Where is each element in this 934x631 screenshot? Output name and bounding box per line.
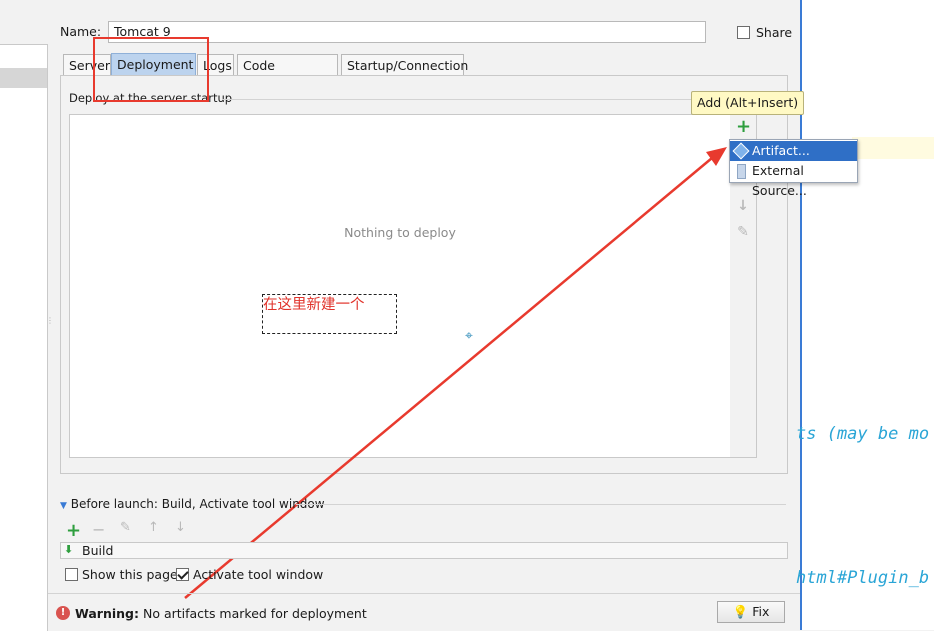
before-launch-list[interactable]: ⬇ Build (60, 542, 788, 559)
warning-message: Warning: No artifacts marked for deploym… (75, 606, 367, 621)
warning-icon: ! (56, 606, 70, 620)
arrow-line (184, 157, 713, 599)
status-divider (48, 593, 800, 594)
bulb-icon: 💡 (732, 604, 749, 619)
fix-button[interactable]: 💡 Fix (717, 601, 785, 623)
add-task-icon[interactable]: + (66, 520, 81, 541)
activate-window-row[interactable]: Activate tool window (176, 566, 323, 582)
collapse-triangle-icon[interactable]: ▼ (60, 501, 67, 511)
build-icon: ⬇ (64, 543, 74, 556)
arrow-head (706, 147, 727, 166)
show-page-label: Show this page (81, 567, 178, 582)
remove-task-icon[interactable]: − (92, 520, 105, 539)
move-down-task-icon[interactable]: ↓ (175, 520, 186, 535)
edit-task-icon[interactable]: ✎ (120, 520, 131, 535)
activate-window-label: Activate tool window (192, 567, 324, 582)
before-launch-header[interactable]: ▼ Before launch: Build, Activate tool wi… (60, 497, 325, 511)
activate-window-checkbox[interactable] (176, 568, 189, 581)
show-page-row[interactable]: Show this page (65, 566, 178, 582)
before-launch-title: Before launch: Build, Activate tool wind… (70, 497, 325, 511)
annotation-arrow (184, 147, 727, 599)
build-item[interactable]: Build (82, 543, 113, 558)
move-up-icon[interactable]: ↑ (148, 520, 159, 535)
before-launch-divider (296, 504, 786, 505)
show-page-checkbox[interactable] (65, 568, 78, 581)
